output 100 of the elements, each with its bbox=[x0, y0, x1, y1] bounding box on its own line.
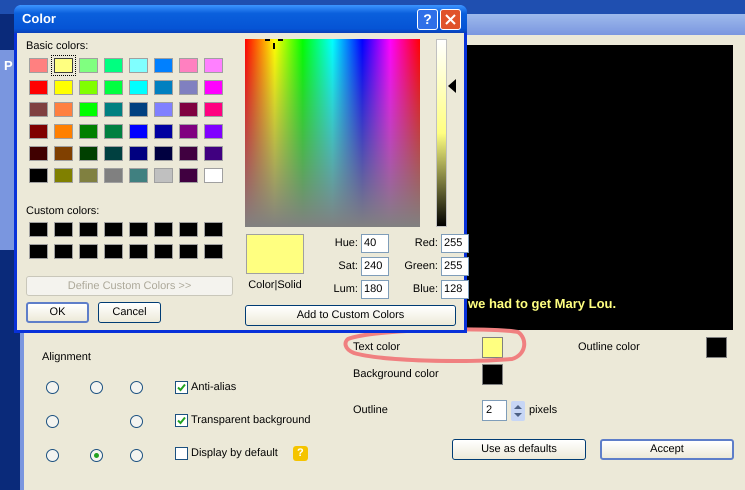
color-cell[interactable] bbox=[79, 58, 98, 73]
color-cell[interactable] bbox=[54, 58, 73, 73]
color-cell[interactable] bbox=[179, 168, 198, 183]
color-cell[interactable] bbox=[129, 80, 148, 95]
color-spectrum[interactable] bbox=[245, 39, 420, 227]
action-button[interactable]: Use as defaults bbox=[452, 439, 586, 460]
slider-arrow-icon[interactable] bbox=[448, 79, 456, 93]
number-field[interactable]: 128 bbox=[441, 280, 469, 299]
number-field[interactable]: 240 bbox=[361, 257, 389, 276]
color-cell[interactable] bbox=[179, 146, 198, 161]
color-cell[interactable] bbox=[29, 222, 48, 237]
color-cell[interactable] bbox=[54, 222, 73, 237]
color-cell[interactable] bbox=[104, 244, 123, 259]
color-label: Background color bbox=[353, 367, 440, 382]
outline-field[interactable]: 2 bbox=[482, 400, 507, 421]
color-swatch[interactable] bbox=[482, 364, 503, 385]
number-field[interactable]: 40 bbox=[361, 234, 389, 253]
color-cell[interactable] bbox=[204, 244, 223, 259]
add-to-custom-colors-button[interactable]: Add to Custom Colors bbox=[245, 305, 456, 326]
color-cell[interactable] bbox=[179, 80, 198, 95]
color-cell[interactable] bbox=[79, 222, 98, 237]
color-cell[interactable] bbox=[79, 80, 98, 95]
help-button[interactable]: ? bbox=[417, 8, 438, 30]
color-cell[interactable] bbox=[179, 222, 198, 237]
color-cell[interactable] bbox=[79, 244, 98, 259]
number-field[interactable]: 180 bbox=[361, 280, 389, 299]
color-cell[interactable] bbox=[79, 146, 98, 161]
field-label: Hue: bbox=[334, 236, 358, 252]
color-cell[interactable] bbox=[29, 124, 48, 139]
checkbox[interactable] bbox=[175, 447, 188, 460]
color-swatch[interactable] bbox=[482, 337, 503, 358]
color-cell[interactable] bbox=[104, 124, 123, 139]
field-label: Lum: bbox=[334, 282, 358, 298]
color-cell[interactable] bbox=[29, 102, 48, 117]
color-cell[interactable] bbox=[179, 124, 198, 139]
radio-button[interactable] bbox=[46, 414, 59, 428]
color-swatch[interactable] bbox=[706, 337, 727, 358]
field-label: Green: bbox=[404, 259, 438, 274]
color-cell[interactable] bbox=[104, 222, 123, 237]
radio-button[interactable] bbox=[90, 380, 103, 394]
color-cell[interactable] bbox=[204, 168, 223, 183]
action-button[interactable]: Accept bbox=[600, 439, 734, 460]
color-cell[interactable] bbox=[54, 102, 73, 117]
color-cell[interactable] bbox=[79, 124, 98, 139]
color-cell[interactable] bbox=[129, 102, 148, 117]
color-cell[interactable] bbox=[54, 244, 73, 259]
radio-button[interactable] bbox=[130, 449, 143, 462]
color-cell[interactable] bbox=[154, 168, 173, 183]
color-cell[interactable] bbox=[54, 146, 73, 161]
color-cell[interactable] bbox=[129, 244, 148, 259]
color-cell[interactable] bbox=[204, 80, 223, 95]
cancel-button[interactable]: Cancel bbox=[98, 302, 161, 323]
spinner-icon[interactable] bbox=[511, 400, 525, 420]
color-cell[interactable] bbox=[154, 244, 173, 259]
color-cell[interactable] bbox=[204, 146, 223, 161]
color-cell[interactable] bbox=[54, 124, 73, 139]
color-cell[interactable] bbox=[204, 124, 223, 139]
color-cell[interactable] bbox=[179, 102, 198, 117]
color-cell[interactable] bbox=[54, 168, 73, 183]
color-cell[interactable] bbox=[154, 146, 173, 161]
radio-button[interactable] bbox=[130, 414, 143, 428]
color-cell[interactable] bbox=[104, 102, 123, 117]
radio-button[interactable] bbox=[46, 449, 59, 462]
color-cell[interactable] bbox=[104, 168, 123, 183]
ok-button[interactable]: OK bbox=[26, 302, 89, 323]
color-cell[interactable] bbox=[104, 146, 123, 161]
color-cell[interactable] bbox=[154, 102, 173, 117]
number-field[interactable]: 255 bbox=[441, 234, 469, 253]
color-cell[interactable] bbox=[104, 80, 123, 95]
color-cell[interactable] bbox=[79, 102, 98, 117]
radio-button[interactable] bbox=[90, 449, 103, 462]
color-cell[interactable] bbox=[104, 58, 123, 73]
color-cell[interactable] bbox=[29, 146, 48, 161]
color-cell[interactable] bbox=[179, 244, 198, 259]
close-button[interactable] bbox=[440, 8, 461, 30]
color-cell[interactable] bbox=[204, 222, 223, 237]
checkbox[interactable] bbox=[175, 414, 188, 427]
color-cell[interactable] bbox=[154, 80, 173, 95]
color-cell[interactable] bbox=[154, 124, 173, 139]
number-field[interactable]: 255 bbox=[441, 257, 469, 276]
color-cell[interactable] bbox=[129, 58, 148, 73]
color-cell[interactable] bbox=[129, 168, 148, 183]
color-cell[interactable] bbox=[204, 58, 223, 73]
color-cell[interactable] bbox=[129, 222, 148, 237]
checkbox[interactable] bbox=[175, 381, 188, 394]
crosshair-icon bbox=[265, 39, 283, 51]
radio-button[interactable] bbox=[46, 380, 59, 394]
radio-button[interactable] bbox=[130, 380, 143, 394]
color-cell[interactable] bbox=[129, 124, 148, 139]
color-cell[interactable] bbox=[29, 58, 48, 73]
color-cell[interactable] bbox=[29, 80, 48, 95]
color-cell[interactable] bbox=[204, 102, 223, 117]
color-cell[interactable] bbox=[129, 146, 148, 161]
color-cell[interactable] bbox=[154, 222, 173, 237]
color-cell[interactable] bbox=[29, 168, 48, 183]
color-cell[interactable] bbox=[154, 58, 173, 73]
color-cell[interactable] bbox=[79, 168, 98, 183]
color-cell[interactable] bbox=[29, 244, 48, 259]
color-cell[interactable] bbox=[179, 58, 198, 73]
color-cell[interactable] bbox=[54, 80, 73, 95]
